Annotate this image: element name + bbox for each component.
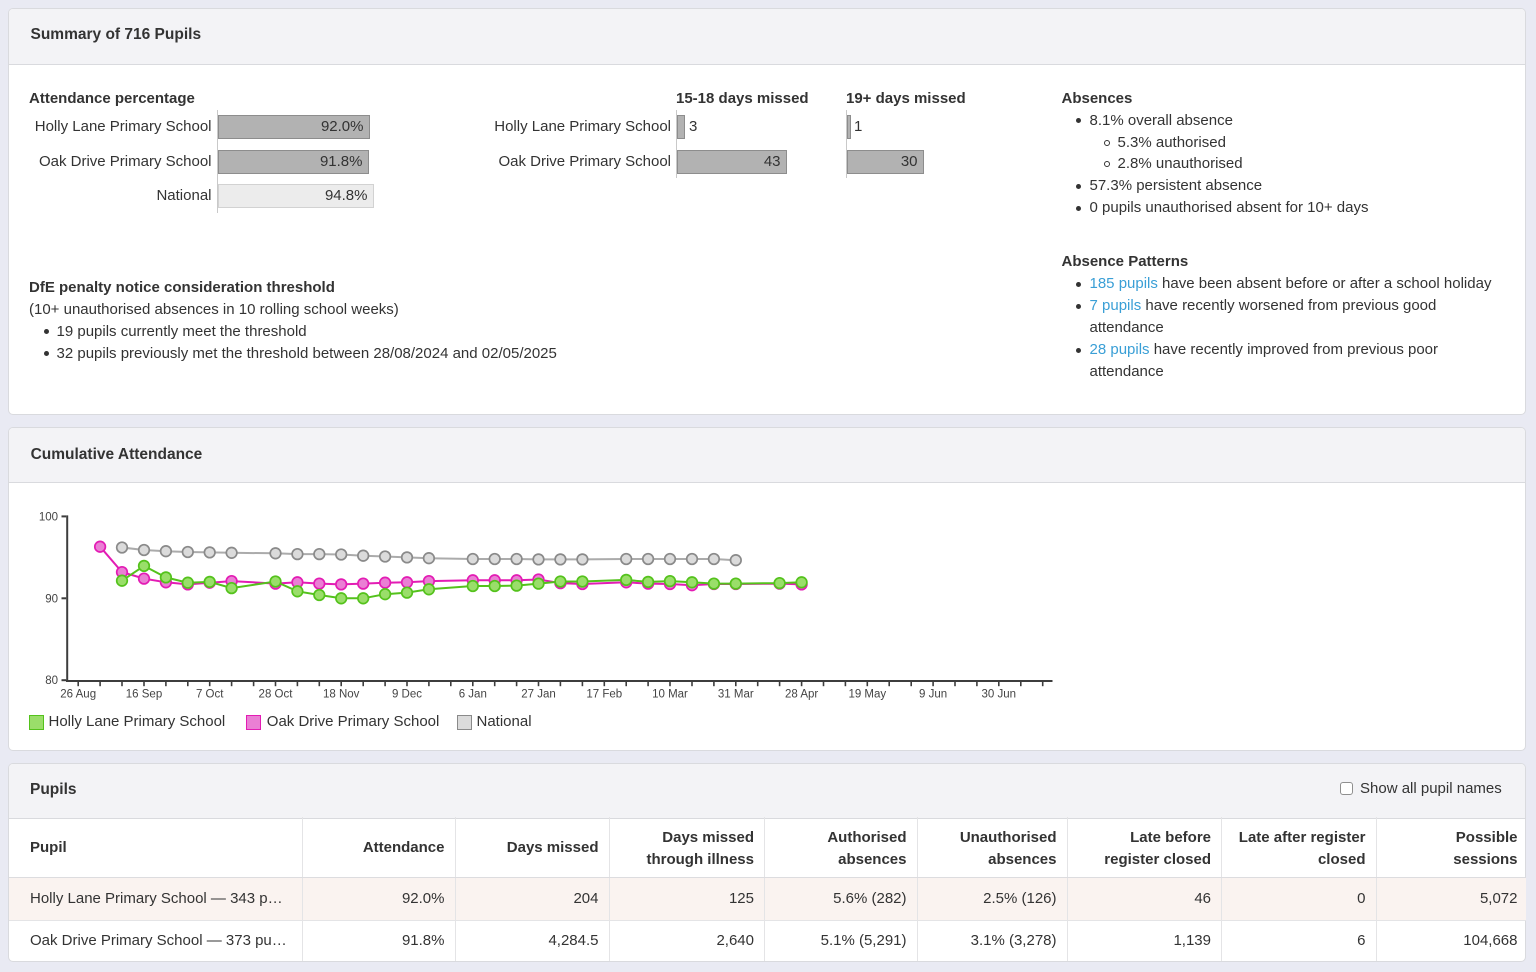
svg-text:30 Jun: 30 Jun [982,689,1017,701]
svg-text:16 Sep: 16 Sep [126,689,162,701]
svg-text:9 Jun: 9 Jun [919,689,947,701]
svg-text:10 Mar: 10 Mar [652,689,688,701]
svg-text:7 Oct: 7 Oct [196,689,224,701]
svg-text:27 Jan: 27 Jan [521,689,556,701]
svg-text:100: 100 [39,511,58,523]
svg-text:19 May: 19 May [848,689,886,701]
svg-text:26 Aug: 26 Aug [60,689,96,701]
svg-text:9 Dec: 9 Dec [392,689,422,701]
svg-text:80: 80 [45,675,58,687]
svg-text:18 Nov: 18 Nov [323,689,360,701]
svg-text:31 Mar: 31 Mar [718,689,754,701]
svg-text:90: 90 [45,593,58,605]
svg-text:6 Jan: 6 Jan [459,689,487,701]
svg-text:17 Feb: 17 Feb [586,689,622,701]
svg-text:28 Oct: 28 Oct [259,689,294,701]
svg-text:28 Apr: 28 Apr [785,689,818,701]
